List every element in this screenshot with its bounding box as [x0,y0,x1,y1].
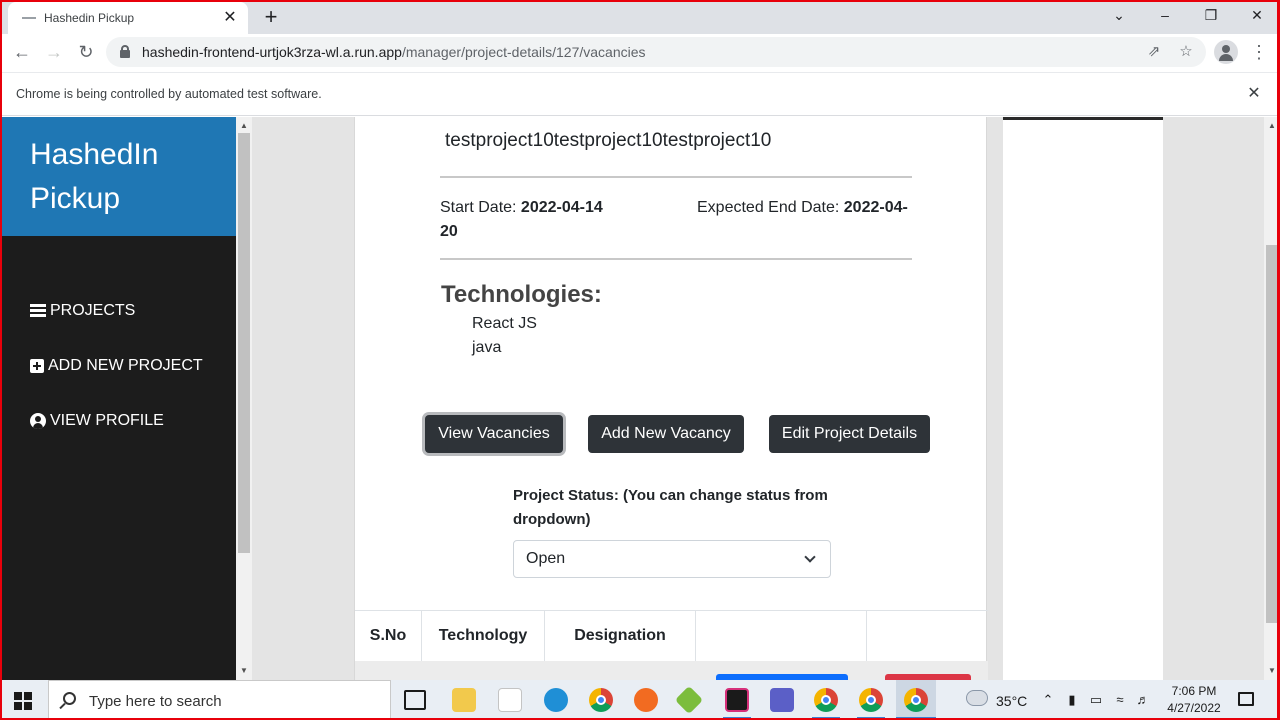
sidebar-item-add-new-project[interactable]: ADD NEW PROJECT [30,357,203,375]
sidebar-scrollbar[interactable]: ▲ ▼ [236,117,252,680]
tab-search-icon[interactable]: ⌄ [1104,4,1134,26]
browser-toolbar: ← → ↻ hashedin-frontend-urtjok3rza-wl.a.… [0,34,1280,70]
restore-button[interactable]: ❐ [1196,4,1226,26]
task-view-icon[interactable] [404,690,426,710]
view-vacancies-button[interactable]: View Vacancies [425,415,563,453]
project-details-card: testproject10testproject10testproject10 … [354,117,988,681]
expected-end-date: Expected End Date: 2022-04- [697,199,908,216]
project-status-label: Project Status: (You can change status f… [513,487,828,528]
windows-taskbar: Type here to search 35°C ⌃ ▮ ▭ ≈ ♬ 7:06 … [0,680,1280,720]
url-text[interactable]: hashedin-frontend-urtjok3rza-wl.a.run.ap… [142,44,646,60]
chrome-menu-icon[interactable]: ⋮ [1250,40,1268,64]
project-status-dropdown[interactable]: Open [513,540,831,578]
notification-icon[interactable] [1238,692,1254,706]
chrome-icon[interactable] [814,688,838,712]
frame-border [0,0,1280,2]
technology-item: java [472,339,502,356]
chevron-up-icon[interactable]: ⌃ [1040,692,1056,708]
profile-avatar-icon[interactable] [1214,40,1238,64]
sidebar-item-label: VIEW PROFILE [50,412,164,429]
table-header-technology: Technology [422,611,545,661]
taskbar-search-input[interactable]: Type here to search [48,680,391,720]
vacancies-table: S.No Technology Designation [355,610,988,681]
technologies-heading: Technologies: [441,281,602,308]
edge-icon[interactable] [544,688,568,712]
technology-item: React JS [472,315,537,332]
table-header-action-2 [867,611,988,661]
brand-header: HashedIn Pickup [0,117,236,236]
lock-icon [120,45,130,58]
sidebar-item-projects[interactable]: PROJECTS [30,302,135,320]
system-clock[interactable]: 7:06 PM 4/27/2022 [1158,683,1230,717]
wifi-icon[interactable]: ≈ [1112,692,1128,708]
scroll-down-arrow-icon[interactable]: ▼ [236,664,252,678]
main-content: testproject10testproject10testproject10 … [252,117,1264,681]
sidebar-item-label: PROJECTS [50,302,136,319]
browser-tab-strip: Hashedin Pickup ✕ + ⌄ – ❐ ✕ [0,0,1280,34]
divider [440,258,912,260]
file-explorer-icon[interactable] [452,688,476,712]
right-panel [1003,117,1163,680]
intellij-icon[interactable] [725,688,749,712]
user-circle-icon [30,413,46,429]
battery-icon[interactable]: ▭ [1088,692,1104,708]
expected-end-date-wrap: 20 [440,223,458,240]
plus-square-icon [30,359,44,373]
infobar-message: Chrome is being controlled by automated … [16,87,322,101]
git-gui-icon[interactable] [674,685,704,715]
loading-favicon-icon [22,17,36,19]
bookmark-star-icon[interactable]: ☆ [1176,42,1196,62]
address-bar[interactable]: hashedin-frontend-urtjok3rza-wl.a.run.ap… [106,37,1206,67]
sidebar-item-view-profile[interactable]: VIEW PROFILE [30,412,164,430]
share-icon[interactable]: ⇗ [1144,42,1164,62]
back-arrow-icon[interactable]: ← [10,40,34,64]
windows-start-icon[interactable] [14,692,32,710]
clock-time: 7:06 PM [1171,684,1217,698]
minimize-button[interactable]: – [1150,4,1180,26]
volume-icon[interactable]: ♬ [1135,692,1151,708]
window-close-button[interactable]: ✕ [1242,4,1272,26]
scroll-up-arrow-icon[interactable]: ▲ [236,119,252,133]
chrome-icon[interactable] [589,688,613,712]
clock-date: 4/27/2022 [1167,701,1221,715]
tab-close-icon[interactable]: ✕ [220,7,240,29]
divider [440,176,912,178]
browser-tab[interactable]: Hashedin Pickup ✕ [8,2,248,34]
add-new-vacancy-button[interactable]: Add New Vacancy [588,415,744,453]
brand-title: HashedIn Pickup [30,138,159,215]
project-name: testproject10testproject10testproject10 [445,130,772,151]
chrome-icon[interactable] [904,688,928,712]
automation-infobar: Chrome is being controlled by automated … [0,72,1280,116]
tab-title: Hashedin Pickup [44,11,135,25]
reload-icon[interactable]: ↻ [74,40,98,64]
weather-temperature[interactable]: 35°C [996,693,1027,709]
search-icon [63,692,76,705]
start-date: Start Date: 2022-04-14 [440,199,603,216]
app-sidebar: HashedIn Pickup PROJECTS ADD NEW PROJECT… [0,117,236,680]
table-header-action-1 [696,611,867,661]
microsoft-store-icon[interactable] [498,688,522,712]
scrollbar-thumb[interactable] [238,133,250,553]
chrome-icon[interactable] [859,688,883,712]
weather-cloud-icon[interactable] [966,690,988,706]
list-icon [30,304,46,318]
table-header-sno: S.No [355,611,422,661]
table-row [355,661,988,681]
sidebar-item-label: ADD NEW PROJECT [48,357,203,374]
infobar-close-icon[interactable]: ✕ [1244,83,1264,105]
chevron-down-icon [804,551,816,563]
microphone-icon[interactable]: ▮ [1064,692,1080,708]
forward-arrow-icon[interactable]: → [42,40,66,64]
edit-project-details-button[interactable]: Edit Project Details [769,415,930,453]
search-placeholder: Type here to search [89,693,222,710]
postman-icon[interactable] [634,688,658,712]
status-selected-value: Open [526,550,566,567]
new-tab-button[interactable]: + [259,4,283,30]
frame-border [0,0,2,720]
right-panel-border [1003,117,1163,120]
teams-icon[interactable] [770,688,794,712]
table-header-designation: Designation [545,611,696,661]
